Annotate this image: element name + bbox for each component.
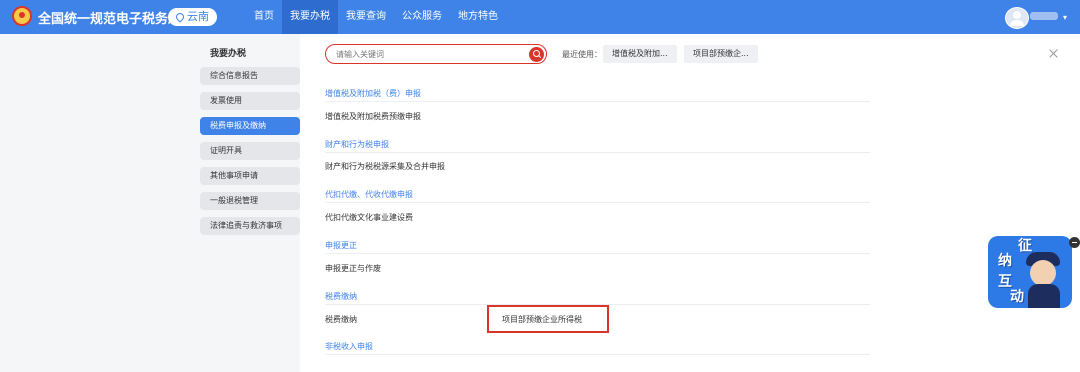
list-item-property-tax[interactable]: 财产和行为税税源采集及合并申报 [325, 161, 445, 172]
nav-local-feature[interactable]: 地方特色 [450, 0, 506, 34]
site-title[interactable]: 全国统一规范电子税务局 [38, 8, 181, 27]
sidebar-item-other-applications[interactable]: 其他事项申请 [200, 167, 300, 185]
category-header-property: 财产和行为税申报 [325, 140, 389, 149]
sidebar-title: 我要办税 [210, 49, 247, 59]
list-item-culture-fee[interactable]: 代扣代缴文化事业建设费 [325, 212, 413, 223]
divider [325, 101, 870, 102]
region-label: 云南 [187, 10, 209, 23]
nav-home[interactable]: 首页 [246, 0, 282, 34]
recent-label: 最近使用： [562, 50, 602, 59]
divider [325, 253, 870, 254]
divider [325, 152, 870, 153]
nav-query[interactable]: 我要查询 [338, 0, 394, 34]
divider [325, 354, 870, 355]
search-box [325, 44, 547, 64]
widget-char-zheng: 征 [1018, 238, 1032, 254]
sidebar: 我要办税 综合信息报告 发票使用 税费申报及缴纳 证明开具 其他事项申请 一般退… [200, 38, 300, 372]
highlight-annotation [487, 305, 609, 333]
search-input[interactable] [336, 48, 516, 60]
list-item-tax-payment[interactable]: 税费缴纳 [325, 314, 357, 325]
close-icon[interactable] [1048, 48, 1060, 60]
category-header-correction: 申报更正 [325, 241, 357, 250]
recent-chip-project-prepay[interactable]: 项目部预缴企... [684, 45, 758, 63]
category-header-vat: 增值税及附加税（费）申报 [325, 89, 421, 98]
minimize-icon[interactable] [1069, 237, 1080, 248]
divider [325, 202, 870, 203]
recent-chip-vat[interactable]: 增值税及附加... [603, 45, 677, 63]
user-name-redacted[interactable] [1030, 12, 1058, 20]
category-header-payment: 税费缴纳 [325, 292, 357, 301]
nav-public-service[interactable]: 公众服务 [394, 0, 450, 34]
category-header-withholding: 代扣代缴、代收代缴申报 [325, 190, 413, 199]
mascot-head [1030, 260, 1056, 286]
interaction-widget[interactable]: 征 纳 互 动 [988, 236, 1072, 308]
mascot-body [1028, 284, 1060, 308]
category-header-nontax: 非税收入申报 [325, 342, 373, 351]
list-item-vat-prepay[interactable]: 增值税及附加税费预缴申报 [325, 111, 421, 122]
chevron-down-icon[interactable]: ▾ [1063, 13, 1067, 22]
widget-char-dong: 动 [1010, 289, 1024, 305]
main-panel: 最近使用： 增值税及附加... 项目部预缴企... 增值税及附加税（费）申报 增… [300, 34, 1080, 372]
sidebar-item-certificate[interactable]: 证明开具 [200, 142, 300, 160]
search-icon[interactable] [529, 46, 544, 62]
widget-char-na: 纳 [998, 253, 1012, 269]
sidebar-item-invoice[interactable]: 发票使用 [200, 92, 300, 110]
top-navigation-bar: 全国统一规范电子税务局 云南 首页 我要办税 我要查询 公众服务 地方特色 ▾ [0, 0, 1080, 34]
sidebar-item-legal-remedy[interactable]: 法律追责与救济事项 [200, 217, 300, 235]
tax-emblem-icon [12, 6, 32, 26]
sidebar-item-tax-declaration[interactable]: 税费申报及缴纳 [200, 117, 300, 135]
user-avatar-icon[interactable] [1005, 7, 1029, 29]
sidebar-item-tax-refund[interactable]: 一般退税管理 [200, 192, 300, 210]
main-nav: 首页 我要办税 我要查询 公众服务 地方特色 [246, 0, 506, 34]
region-selector[interactable]: 云南 [168, 8, 217, 26]
list-item-correction[interactable]: 申报更正与作废 [325, 263, 381, 274]
sidebar-item-comprehensive-report[interactable]: 综合信息报告 [200, 67, 300, 85]
nav-tax-handling[interactable]: 我要办税 [282, 0, 338, 34]
location-pin-icon [174, 11, 186, 23]
